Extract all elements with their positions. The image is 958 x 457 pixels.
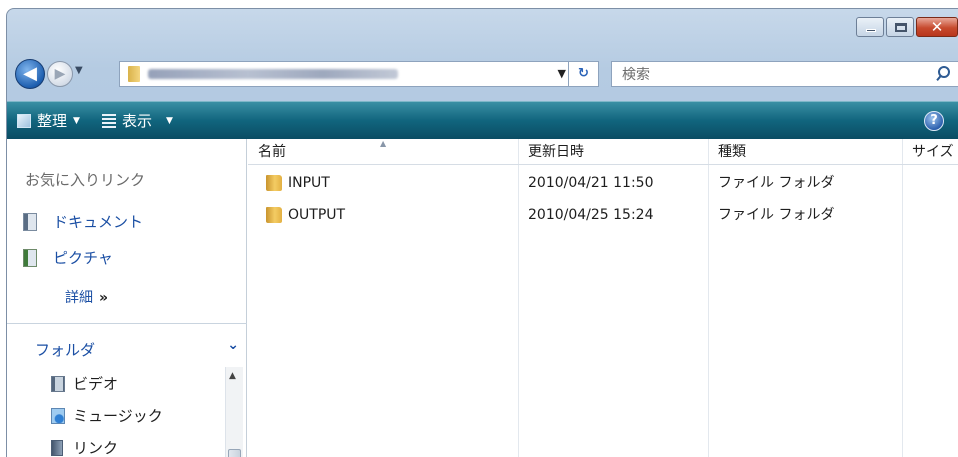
file-type: ファイル フォルダ bbox=[718, 207, 835, 223]
column-header-name[interactable]: 名前 ▲ bbox=[248, 139, 518, 165]
content-panes: お気に入りリンク ドキュメント ピクチャ 詳細 » フォルダ ⌄ ビデオ ミュージ… bbox=[7, 139, 958, 457]
file-row-output[interactable]: OUTPUT 2010/04/25 15:24 ファイル フォルダ bbox=[248, 201, 958, 229]
address-path-blurred bbox=[148, 69, 398, 79]
forward-button[interactable]: ▶ bbox=[47, 61, 73, 87]
tree-item-label: リンク bbox=[73, 439, 119, 457]
column-header-row: 名前 ▲ 更新日時 種類 サイズ bbox=[248, 139, 958, 165]
back-button[interactable]: ◀ bbox=[15, 59, 45, 89]
caption-buttons: ✕ bbox=[854, 17, 958, 39]
file-date: 2010/04/25 15:24 bbox=[528, 207, 654, 223]
details-label: 詳細 bbox=[65, 290, 93, 306]
column-label: 更新日時 bbox=[528, 144, 584, 160]
favorite-label: ピクチャ bbox=[53, 249, 113, 267]
address-dropdown-icon[interactable]: ▼ bbox=[558, 67, 566, 80]
navigation-pane: お気に入りリンク ドキュメント ピクチャ 詳細 » フォルダ ⌄ ビデオ ミュージ… bbox=[7, 139, 247, 457]
close-button[interactable]: ✕ bbox=[916, 17, 958, 37]
folder-tree-scrollbar[interactable]: ▲ bbox=[225, 367, 243, 457]
column-header-date[interactable]: 更新日時 bbox=[518, 139, 708, 165]
scroll-up-icon[interactable]: ▲ bbox=[229, 371, 236, 381]
tree-item-music[interactable]: ミュージック bbox=[51, 405, 163, 426]
organize-icon bbox=[17, 113, 31, 128]
minimize-button[interactable] bbox=[856, 17, 884, 37]
tree-item-label: ビデオ bbox=[73, 375, 119, 393]
file-list: 名前 ▲ 更新日時 種類 サイズ INPUT 2010/04/21 11:50 … bbox=[248, 139, 958, 457]
folder-icon bbox=[128, 66, 140, 82]
column-header-type[interactable]: 種類 bbox=[708, 139, 902, 165]
minimize-icon bbox=[866, 29, 876, 32]
address-row: ◀ ▶ ▼ ▼ ↻ 検索 bbox=[7, 53, 958, 93]
tree-item-links[interactable]: リンク bbox=[51, 437, 118, 457]
address-bar[interactable]: ▼ ↻ bbox=[119, 61, 599, 87]
tree-item-label: ミュージック bbox=[73, 407, 163, 425]
tree-item-video[interactable]: ビデオ bbox=[51, 373, 118, 394]
organize-button[interactable]: 整理 ▼ bbox=[17, 110, 80, 131]
close-icon: ✕ bbox=[930, 18, 944, 36]
command-bar: 整理 ▼ 表示 ▼ ? bbox=[7, 101, 958, 139]
refresh-button[interactable]: ↻ bbox=[568, 62, 598, 86]
links-icon bbox=[51, 439, 63, 456]
sort-ascending-icon: ▲ bbox=[380, 139, 387, 148]
favorite-documents[interactable]: ドキュメント bbox=[23, 211, 143, 232]
file-name: OUTPUT bbox=[288, 207, 346, 223]
folder-icon bbox=[266, 175, 282, 191]
column-label: 種類 bbox=[718, 144, 746, 160]
maximize-button[interactable] bbox=[886, 17, 914, 37]
help-icon[interactable]: ? bbox=[924, 111, 944, 131]
documents-icon bbox=[23, 212, 37, 231]
folders-header[interactable]: フォルダ ⌄ bbox=[7, 333, 247, 361]
recent-pages-dropdown[interactable]: ▼ bbox=[75, 65, 83, 76]
folders-label: フォルダ bbox=[35, 341, 96, 359]
double-chevron-icon: » bbox=[99, 290, 109, 306]
views-icon bbox=[101, 113, 116, 128]
views-button[interactable]: 表示 ▼ bbox=[101, 110, 173, 131]
file-date: 2010/04/21 11:50 bbox=[528, 175, 654, 191]
chevron-down-icon: ▼ bbox=[73, 115, 80, 126]
folder-icon bbox=[266, 207, 282, 223]
pane-divider bbox=[7, 323, 247, 324]
pictures-icon bbox=[23, 248, 37, 267]
views-label: 表示 bbox=[121, 112, 152, 130]
organize-label: 整理 bbox=[37, 112, 68, 130]
music-icon bbox=[51, 407, 65, 424]
forward-arrow-icon: ▶ bbox=[54, 66, 66, 82]
search-icon[interactable] bbox=[935, 65, 950, 83]
chevron-down-icon: ⌄ bbox=[227, 337, 239, 353]
file-type: ファイル フォルダ bbox=[718, 175, 835, 191]
column-label: サイズ bbox=[912, 144, 954, 160]
favorites-title: お気に入りリンク bbox=[25, 171, 146, 189]
more-favorites-link[interactable]: 詳細 » bbox=[65, 287, 108, 307]
search-placeholder: 検索 bbox=[622, 67, 650, 83]
file-name: INPUT bbox=[288, 175, 330, 191]
scroll-thumb[interactable] bbox=[228, 449, 241, 457]
chevron-down-icon: ▼ bbox=[165, 115, 173, 126]
column-header-size[interactable]: サイズ bbox=[902, 139, 958, 165]
favorite-pictures[interactable]: ピクチャ bbox=[23, 247, 113, 268]
maximize-icon bbox=[895, 23, 907, 32]
explorer-window: ✕ ◀ ▶ ▼ ▼ ↻ 検索 整理 ▼ 表示 ▼ ? お気に入りリンク ドキュメ… bbox=[6, 8, 958, 457]
back-arrow-icon: ◀ bbox=[23, 63, 37, 84]
column-label: 名前 bbox=[258, 144, 286, 160]
search-input[interactable]: 検索 bbox=[611, 61, 958, 87]
favorite-label: ドキュメント bbox=[53, 213, 144, 231]
video-icon bbox=[51, 375, 65, 392]
file-row-input[interactable]: INPUT 2010/04/21 11:50 ファイル フォルダ bbox=[248, 169, 958, 197]
